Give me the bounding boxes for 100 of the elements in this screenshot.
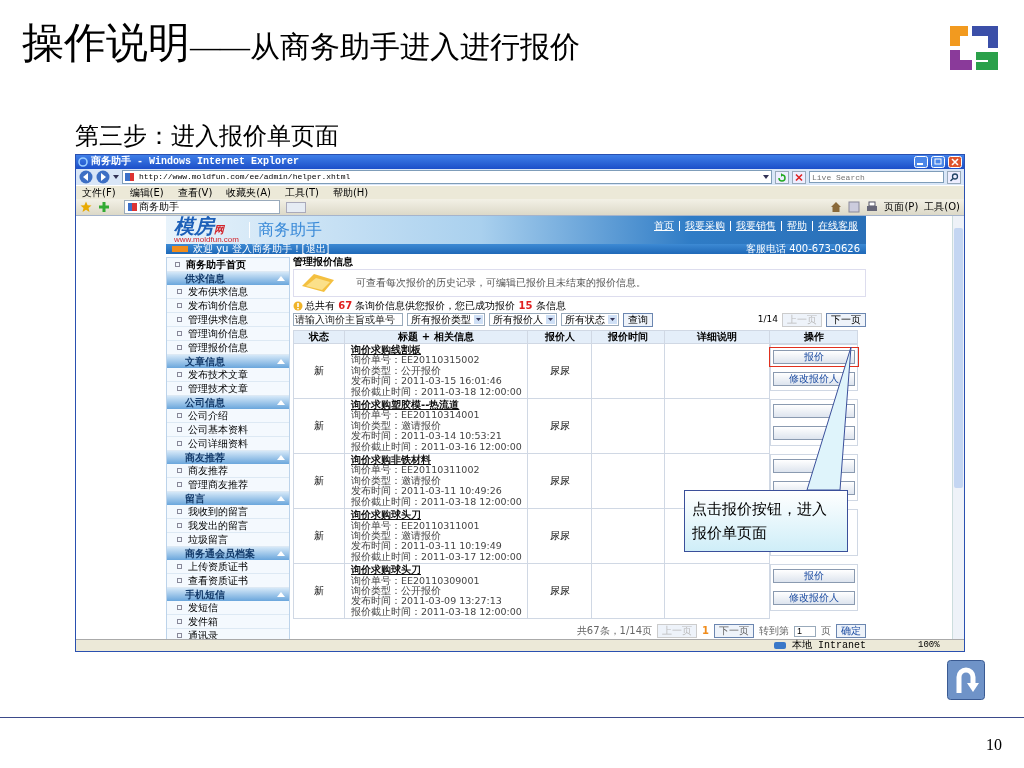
toolbar-menu[interactable]: 页面(P) — [884, 202, 919, 212]
search-field[interactable]: 请输入询价主旨或单号 — [293, 313, 403, 326]
sidebar-section-header[interactable]: 文章信息 — [167, 355, 289, 368]
header-link[interactable]: 首页 — [654, 221, 674, 231]
detail-line: 报价截止时间：2011-03-17 12:00:00 — [351, 551, 523, 563]
table-cell: 尿尿 — [527, 453, 592, 509]
sidebar-item[interactable]: 发布供求信息 — [167, 285, 289, 299]
dropdown-icon[interactable] — [763, 175, 769, 179]
sidebar-section-header[interactable]: 商务通会员档案 — [167, 547, 289, 560]
browser-tab[interactable]: 商务助手 — [124, 200, 280, 214]
detail-line: 报价截止时间：2011-03-16 12:00:00 — [351, 441, 523, 453]
stop-button[interactable] — [792, 170, 806, 184]
sidebar-item[interactable]: 管理供求信息 — [167, 313, 289, 327]
home-icon[interactable] — [830, 201, 843, 213]
menu-item[interactable]: 查看(V) — [177, 187, 213, 198]
search-field[interactable]: Live Search — [809, 171, 944, 183]
sidebar-item[interactable]: 商友推荐 — [167, 464, 289, 478]
sidebar-item[interactable]: 发短信 — [167, 601, 289, 615]
title-link[interactable]: 询价求购球头刀 — [351, 565, 527, 576]
bullet-icon — [177, 633, 182, 638]
sidebar-item[interactable]: 发布询价信息 — [167, 299, 289, 313]
detail-line: 报价截止时间：2011-03-18 12:00:00 — [351, 386, 523, 398]
menu-item[interactable]: 帮助(H) — [332, 187, 369, 198]
menu-item[interactable]: 收藏夹(A) — [226, 187, 271, 198]
zoom-level[interactable]: 100% — [918, 641, 958, 650]
sidebar-item[interactable]: 我发出的留言 — [167, 519, 289, 533]
page-unit: 页 — [821, 626, 831, 637]
window-title: 商务助手 - Windows Internet Explorer — [91, 157, 300, 167]
sidebar-item[interactable]: 发件箱 — [167, 615, 289, 629]
action-button[interactable]: 修改报价人 — [772, 591, 855, 606]
toolbar-menu[interactable]: 工具(O) — [924, 202, 960, 212]
sidebar-section-header[interactable]: 商友推荐 — [167, 451, 289, 464]
search-button[interactable] — [947, 170, 961, 184]
info-text: 可查看每次报价的历史记录，可编辑已报价且未结束的报价信息。 — [356, 278, 646, 288]
title-link[interactable]: 询价求购球头刀 — [351, 510, 527, 521]
table-cell: 新 — [293, 563, 345, 619]
action-button[interactable]: 报价 — [772, 569, 855, 584]
refresh-button[interactable] — [775, 170, 789, 184]
menu-item[interactable]: 工具(T) — [285, 187, 319, 198]
sidebar-section-header[interactable]: 留言 — [167, 492, 289, 505]
minimize-button[interactable] — [914, 156, 928, 168]
back-button[interactable] — [79, 170, 93, 184]
scrollbar[interactable] — [952, 216, 964, 639]
detail-line: 发布时间：2011-03-14 10:53:21 — [351, 431, 503, 442]
star-icon[interactable] — [80, 201, 92, 213]
sidebar-section-header[interactable]: 公司信息 — [167, 396, 289, 409]
detail-line: 询价单号：EE20110311001 — [351, 520, 481, 531]
page-indicator: 1/14 — [757, 315, 778, 324]
site-url: www.moldfun.com — [174, 236, 239, 244]
header-link[interactable]: 帮助 — [787, 221, 807, 231]
sidebar-section-header[interactable]: 手机短信 — [167, 588, 289, 601]
bullet-icon — [177, 413, 182, 418]
feed-icon[interactable] — [848, 201, 861, 213]
title-link[interactable]: 询价求购线割板 — [351, 345, 527, 356]
sidebar-section-header[interactable]: 供求信息 — [167, 272, 289, 285]
menu-item[interactable]: 编辑(E) — [129, 187, 164, 198]
filter-dropdown[interactable]: 所有报价人 — [489, 313, 557, 326]
detail-line: 发布时间：2011-03-11 10:49:26 — [351, 486, 503, 497]
detail-line: 询价类型：邀请报价 — [351, 475, 442, 487]
sidebar-item[interactable]: 公司介绍 — [167, 409, 289, 423]
add-favorite-icon[interactable] — [98, 201, 110, 213]
action-button[interactable]: 修改报价人 — [772, 371, 855, 386]
bullet-icon — [177, 441, 182, 446]
sidebar-item[interactable]: 发布技术文章 — [167, 368, 289, 382]
dropdown-icon[interactable] — [113, 175, 119, 179]
detail-line: 询价类型：邀请报价 — [351, 420, 442, 432]
sidebar-item[interactable]: 管理询价信息 — [167, 327, 289, 341]
site-logo: 模房网 — [174, 216, 226, 236]
action-button[interactable]: 报价 — [772, 349, 855, 364]
menu-item[interactable]: 文件(F) — [82, 187, 116, 198]
forward-button[interactable] — [96, 170, 110, 184]
return-button[interactable] — [947, 660, 985, 700]
close-button[interactable] — [948, 156, 962, 168]
title-link[interactable]: 询价求购塑胶模--热流道 — [351, 400, 527, 411]
detail-line: 报价截止时间：2011-03-18 12:00:00 — [351, 496, 523, 508]
page-number-field[interactable]: 1 — [794, 625, 816, 637]
filter-dropdown[interactable]: 所有状态 — [561, 313, 619, 326]
next-page-button[interactable]: 下一页 — [714, 624, 754, 639]
query-button[interactable]: 查询 — [623, 312, 653, 327]
confirm-button[interactable]: 确定 — [836, 624, 866, 639]
printer-icon[interactable] — [866, 201, 879, 213]
header-link[interactable]: 在线客服 — [818, 221, 858, 231]
sidebar-item[interactable]: 公司基本资料 — [167, 423, 289, 437]
sidebar-item[interactable]: 上传资质证书 — [167, 560, 289, 574]
header-link[interactable]: 我要销售 — [736, 221, 776, 231]
collapse-icon — [277, 359, 285, 364]
sidebar-item[interactable]: 我收到的留言 — [167, 505, 289, 519]
table-cell: 新 — [293, 508, 345, 564]
bullet-icon — [177, 427, 182, 432]
page-number: 10 — [986, 736, 1002, 753]
address-field[interactable]: http://www.moldfun.com/ee/admin/helper.xhtml — [122, 170, 772, 184]
header-link[interactable]: 我要采购 — [685, 221, 725, 231]
dropdown-icon — [546, 315, 555, 324]
filter-dropdown[interactable]: 所有报价类型 — [407, 313, 485, 326]
title-link[interactable]: 询价求购非铁材料 — [351, 455, 527, 466]
detail-line: 询价单号：EE20110315002 — [351, 355, 481, 366]
next-page-button[interactable]: 下一页 — [826, 312, 866, 327]
maximize-button[interactable] — [931, 156, 945, 168]
table-cell: 尿尿 — [527, 508, 592, 564]
summary-text: 总共有 67 条询价信息供您报价，您已成功报价 15 条信息 — [305, 300, 566, 311]
